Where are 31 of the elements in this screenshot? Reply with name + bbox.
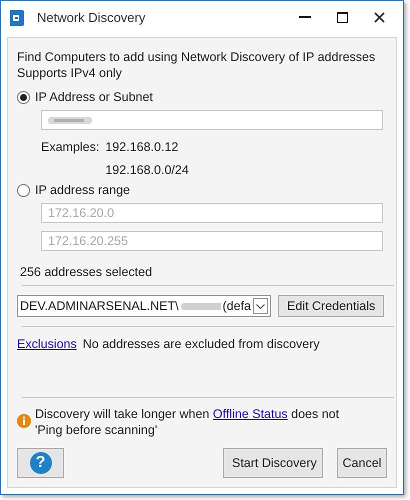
offline-status-link[interactable]: Offline Status (212, 407, 288, 421)
examples-label: Examples: (41, 140, 100, 156)
credentials-dropdown[interactable]: DEV.ADMINARSENAL.NET\ (defa (17, 295, 271, 317)
address-field[interactable]: 172.16.20.0 (41, 203, 383, 223)
window-title: Network Discovery (37, 10, 146, 25)
intro-text: Find Computers to add using Network Discovery of IP addresses (17, 50, 376, 64)
address-field[interactable]: 172.16.20.255 (41, 231, 383, 251)
redacted-text (180, 302, 220, 310)
subnet-field[interactable] (41, 110, 383, 130)
example-address: 192.168.0.12 (105, 140, 180, 154)
warning-message: Discovery will take longer when Offline Status does not 'Ping before scanning' (35, 406, 340, 438)
cancel-button[interactable]: Cancel (337, 448, 387, 478)
dropdown-caret-icon (256, 304, 265, 308)
selection-count: 256 addresses selected (20, 265, 154, 279)
intro-text: Supports IPv4 only (17, 66, 123, 80)
exclusions-link[interactable]: Exclusions (17, 337, 77, 351)
maximize-icon[interactable] (337, 12, 348, 23)
edit-credentials-button[interactable]: Edit Credentials (278, 295, 384, 317)
example-address: 192.168.0.0/24 (105, 163, 189, 177)
app-logo-icon (7, 8, 25, 26)
start-discovery-button[interactable]: Start Discovery (223, 448, 323, 478)
close-icon[interactable] (374, 12, 385, 23)
help-button[interactable]: ? (17, 448, 64, 478)
radio-label: IP address range (35, 183, 130, 197)
radio-label: IP Address or Subnet (35, 90, 153, 104)
minimize-icon[interactable] (299, 16, 311, 19)
info-icon (17, 414, 31, 428)
exclusions-status: No addresses are excluded from discovery (82, 337, 320, 351)
redacted-text (48, 116, 92, 124)
radio-button[interactable] (17, 184, 30, 196)
radio-button[interactable] (17, 90, 30, 104)
